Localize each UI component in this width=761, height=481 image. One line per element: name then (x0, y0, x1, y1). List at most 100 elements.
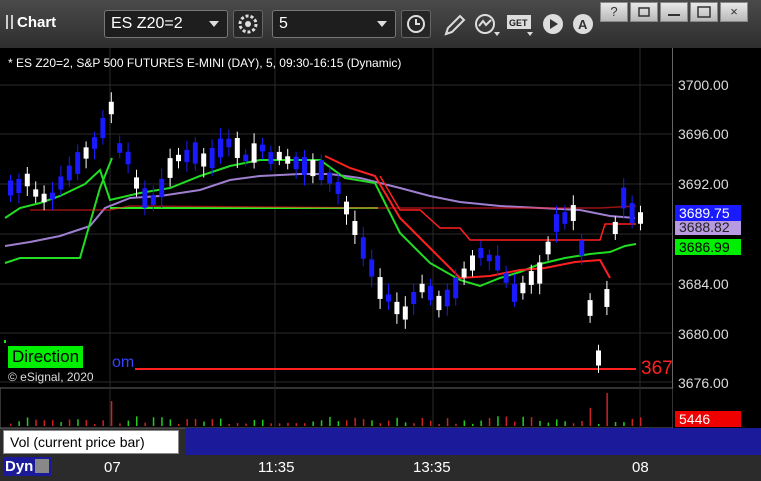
volume-bar (43, 420, 46, 426)
candle-body (192, 142, 198, 164)
volume-bar (270, 423, 272, 426)
grip-icon[interactable] (6, 15, 13, 29)
y-tick: 3684.00 (678, 276, 729, 292)
candle-body (167, 158, 173, 178)
volume-bar (514, 421, 516, 426)
candle-body (528, 271, 534, 285)
restore-icon (638, 7, 650, 17)
volume-bar (547, 422, 550, 426)
help-label: ? (610, 4, 618, 19)
candle-body (478, 247, 484, 259)
candle-body (142, 188, 148, 208)
volume-blue-axis (673, 428, 761, 456)
get-data-icon[interactable]: GET (505, 12, 537, 38)
candle-body (411, 292, 417, 304)
candle-body (58, 176, 64, 190)
candle-body (327, 172, 333, 184)
direction-partial-text: om (112, 354, 135, 371)
candle-body (218, 138, 223, 158)
volume-bar (463, 420, 466, 426)
dynamic-button[interactable]: Dyn (3, 457, 52, 476)
pencil-icon[interactable] (440, 12, 468, 38)
candle-body (344, 201, 349, 215)
candle-body (285, 156, 291, 164)
maximize-button[interactable] (690, 2, 718, 22)
y-tick: 3692.00 (678, 176, 729, 192)
volume-bar (488, 417, 491, 426)
restore-button[interactable] (630, 2, 658, 22)
clock-icon (407, 15, 425, 33)
candle-body (629, 203, 635, 223)
settings-button[interactable] (233, 10, 263, 38)
volume-bar (52, 420, 54, 426)
fit-icon[interactable] (35, 459, 50, 473)
volume-bar (472, 423, 474, 426)
study-icon[interactable] (472, 12, 502, 38)
maximize-icon (697, 6, 711, 18)
y-tick: 3700.00 (678, 77, 729, 93)
volume-bar (631, 418, 634, 426)
minimize-button[interactable] (660, 2, 688, 22)
candle-body (226, 138, 232, 148)
volume-bar (455, 423, 457, 426)
candle-body (50, 192, 55, 200)
volume-bar (640, 417, 642, 426)
interval-select[interactable]: 5 (272, 10, 396, 38)
volume-bar (438, 423, 440, 426)
alert-icon[interactable]: A (570, 12, 598, 38)
candle-body (24, 173, 30, 187)
y-tick: 3696.00 (678, 126, 729, 142)
play-icon[interactable] (540, 12, 568, 38)
candle-body (75, 152, 81, 174)
volume-bar (35, 419, 37, 426)
candle-body (33, 189, 39, 197)
price-tag-red-partial: 367 (641, 358, 673, 379)
candle-body (108, 101, 114, 115)
time-tick: 07 (104, 459, 121, 476)
price-chart[interactable] (0, 48, 761, 481)
candle-body (587, 300, 593, 316)
candle-body (570, 205, 576, 221)
candle-body (512, 284, 517, 302)
chevron-down-icon[interactable] (377, 21, 387, 27)
chevron-down-icon[interactable] (209, 21, 219, 27)
volume-bar (606, 393, 608, 426)
volume-bar (186, 419, 188, 426)
time-button[interactable] (401, 10, 431, 38)
candle-body (184, 149, 190, 163)
candle-body (419, 283, 425, 293)
volume-bar (312, 421, 314, 426)
volume-bar (371, 420, 373, 426)
chart-title-text: Chart (17, 14, 57, 31)
candle-body (596, 350, 601, 366)
candle-body (621, 187, 627, 209)
time-tick: 11:35 (258, 459, 295, 476)
volume-bar (388, 420, 390, 426)
candle-body (243, 154, 249, 162)
candle-body (335, 181, 341, 195)
volume-bar (68, 419, 71, 426)
direction-label: Direction (8, 346, 84, 368)
svg-text:GET: GET (509, 18, 528, 28)
symbol-input[interactable]: ES Z20=2 (104, 10, 228, 38)
close-button[interactable]: × (720, 2, 748, 22)
help-button[interactable]: ? (600, 2, 628, 22)
volume-bar (354, 417, 356, 426)
gear-icon (238, 14, 258, 34)
price-tag-green: 3686.99 (675, 239, 741, 255)
candle-body (134, 177, 139, 189)
candle-body (394, 301, 400, 315)
candle-body (41, 193, 47, 203)
volume-bar (346, 420, 348, 426)
volume-bar (421, 417, 424, 426)
minimize-icon (668, 14, 680, 16)
candle-body (260, 144, 265, 152)
candle-body (554, 214, 559, 232)
candle-body (159, 178, 165, 198)
volume-bar (152, 417, 155, 426)
volume-close-icon[interactable]: × (170, 428, 177, 442)
volume-bar (598, 423, 600, 426)
volume-bar (589, 407, 592, 426)
volume-bar (18, 421, 20, 426)
volume-bar (60, 422, 62, 426)
